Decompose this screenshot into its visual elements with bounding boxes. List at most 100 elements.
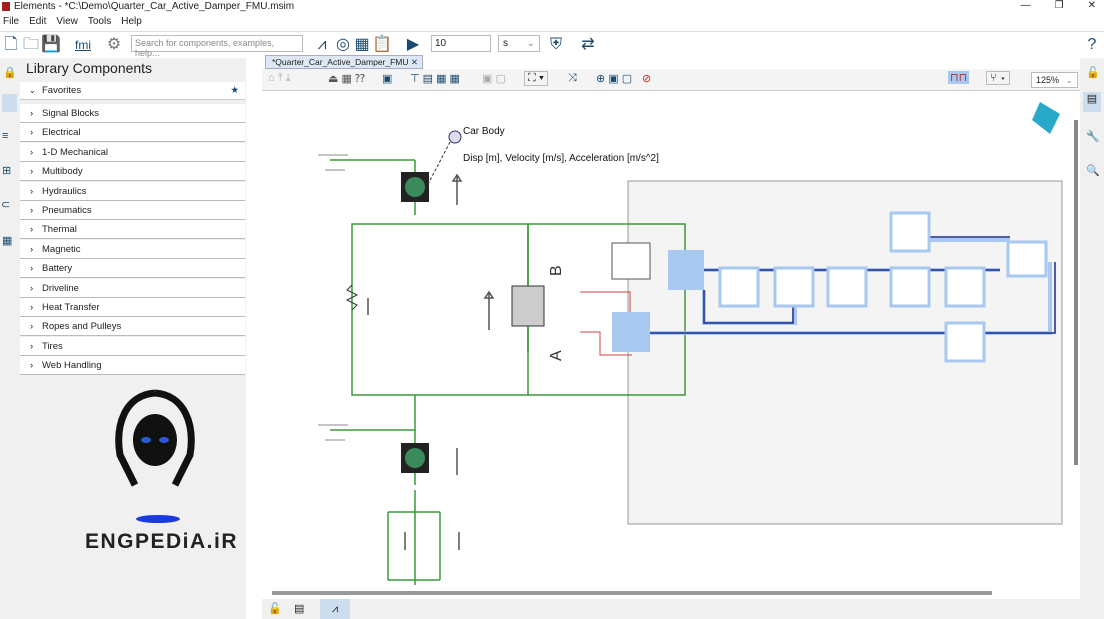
hierarchy-icon[interactable]: ⊞ — [2, 164, 11, 177]
menu-edit[interactable]: Edit — [29, 14, 46, 30]
car-body-label: Car Body — [463, 126, 505, 137]
help-icon[interactable]: ? — [1082, 35, 1102, 55]
sensor-label: Disp [m], Velocity [m/s], Acceleration [… — [463, 153, 659, 164]
port-a-label: A — [548, 350, 565, 361]
connector-dropdown[interactable]: ⑂ ▾ — [986, 71, 1011, 85]
diagram-canvas[interactable]: Car Body Disp [m], Velocity [m/s], Accel… — [262, 92, 1076, 598]
right-icon-strip: 🔓 ▤ 🔧 🔍 — [1080, 58, 1104, 619]
chevron-down-icon: ⌄ — [29, 86, 36, 95]
fmi-button[interactable]: fmi — [72, 35, 94, 55]
chevron-down-icon: ⌄ — [526, 38, 535, 49]
simulation-time-input[interactable]: 10 — [431, 35, 491, 52]
close-icon[interactable]: ✕ — [1088, 0, 1096, 11]
shield-icon[interactable]: ⛨ — [546, 35, 566, 55]
search-input[interactable]: Search for components, examples, help... — [131, 35, 303, 58]
vertical-scrollbar[interactable] — [1074, 120, 1078, 465]
library-item[interactable]: Pneumatics — [20, 201, 245, 220]
view-icon[interactable]: ▣ — [382, 72, 392, 85]
model-diagram: Car Body Disp [m], Velocity [m/s], Accel… — [318, 102, 1063, 585]
fmu-block-region[interactable] — [627, 180, 1063, 525]
menu-bar: File Edit View Tools Help — [0, 14, 142, 30]
unlock-icon[interactable]: 🔓 — [268, 602, 282, 615]
layout-icons[interactable]: ⊤ ▤ ▦ ▦ — [410, 72, 460, 85]
shuffle-icon[interactable]: ⤨ — [568, 72, 577, 85]
search-list-icon[interactable]: ≡ — [2, 130, 8, 142]
report-icon[interactable]: 📋 — [372, 35, 392, 55]
logo-text: ENGPEDiA.iR — [85, 530, 239, 553]
library-icon[interactable] — [2, 94, 17, 112]
lock-icon[interactable]: 🔒 — [3, 66, 17, 79]
plot-icon[interactable]: ⩘ — [320, 599, 350, 619]
routing-dropdown[interactable]: ⛶ ▾ — [524, 71, 549, 86]
run-simulation-icon[interactable]: ▶ — [403, 35, 423, 55]
library-item[interactable]: Magnetic — [20, 239, 245, 259]
library-item[interactable]: Ropes and Pulleys — [20, 317, 245, 337]
maximize-icon[interactable]: ❐ — [1055, 0, 1064, 11]
library-item[interactable]: Heat Transfer — [20, 298, 245, 317]
library-item[interactable]: Electrical — [20, 123, 245, 143]
library-item[interactable]: Driveline — [20, 278, 245, 298]
user-settings-icon[interactable]: ⚙ — [104, 35, 124, 55]
menu-tools[interactable]: Tools — [88, 14, 111, 30]
disable-icon[interactable]: ⊘ — [642, 72, 651, 85]
library-item[interactable]: Battery — [20, 259, 245, 279]
time-unit-select[interactable]: s ⌄ — [498, 35, 540, 52]
clip-icon[interactable]: ⊂ — [1, 198, 10, 211]
damper-cylinder[interactable] — [511, 285, 545, 327]
wrench-icon[interactable]: 🔧 — [1086, 130, 1100, 143]
fmu-input-block[interactable] — [668, 250, 704, 290]
library-item[interactable]: Thermal — [20, 220, 245, 240]
menu-file[interactable]: File — [3, 14, 19, 30]
library-item[interactable]: Signal Blocks — [20, 104, 245, 123]
close-tab-icon[interactable]: ✕ — [411, 57, 418, 67]
swap-icon[interactable]: ⇄ — [577, 35, 599, 55]
engpedia-logo — [115, 389, 195, 523]
sensor-port[interactable] — [448, 130, 462, 144]
library-title: Library Components — [26, 60, 153, 76]
library-item[interactable]: Web Handling — [20, 356, 245, 376]
open-folder-icon[interactable]: 🗀 — [21, 35, 41, 55]
probe-icons[interactable]: ⊕ ▣ ▢ — [596, 72, 632, 85]
plot-icon[interactable]: ⩘ — [312, 35, 332, 55]
library-item[interactable]: 1-D Mechanical — [20, 142, 245, 162]
window-title: Elements - *C:\Demo\Quarter_Car_Active_D… — [14, 1, 295, 12]
grid-icon[interactable]: ▦ — [352, 35, 372, 55]
document-icon[interactable]: ▤ — [1083, 92, 1101, 112]
magnet-icon[interactable]: ⊓⊓ — [948, 71, 970, 84]
grid-icon[interactable]: ▦ — [2, 234, 12, 247]
port-b-label: B — [548, 265, 565, 276]
zoom-value: 125% — [1036, 75, 1060, 85]
bottom-bar: 🔓 ▤ ⩘ — [262, 599, 1104, 619]
unlock-icon[interactable]: 🔓 — [1086, 66, 1100, 79]
tab-quarter-car[interactable]: *Quarter_Car_Active_Damper_FMU ✕ — [265, 55, 423, 69]
save-icon[interactable]: 💾 — [41, 35, 61, 55]
library-item[interactable]: Multibody — [20, 162, 245, 182]
menu-view[interactable]: View — [56, 14, 78, 30]
chevron-down-icon: ⌄ — [1065, 75, 1073, 85]
title-bar: Elements - *C:\Demo\Quarter_Car_Active_D… — [0, 0, 1104, 14]
minimize-icon[interactable]: — — [1021, 0, 1031, 11]
favorites-label: Favorites — [42, 85, 82, 96]
document-icon[interactable]: ▤ — [294, 602, 304, 615]
new-file-icon[interactable]: 🗋 — [2, 35, 20, 55]
group-icons[interactable]: ▣ ▢ — [482, 72, 506, 85]
window-controls: — ❐ ✕ — [1021, 0, 1096, 11]
component-tools-icon[interactable]: ⏏ ▦ ⁇ — [328, 72, 365, 85]
horizontal-scrollbar[interactable] — [272, 591, 992, 595]
brand-logo — [1032, 102, 1060, 134]
canvas-toolbar: ⌂ ⤒ ⤓ ⏏ ▦ ⁇ ▣ ⊤ ▤ ▦ ▦ ▣ ▢ ⛶ ▾ ⤨ ⊕ ▣ ▢ ⊘ … — [262, 69, 1080, 91]
vehicle-icon[interactable]: ◎ — [333, 35, 353, 55]
home-icon[interactable]: ⌂ ⤒ ⤓ — [268, 72, 290, 85]
app-icon — [2, 2, 10, 11]
library-item[interactable]: Hydraulics — [20, 181, 245, 201]
tab-label: *Quarter_Car_Active_Damper_FMU — [272, 57, 409, 67]
time-unit-value: s — [503, 38, 508, 49]
favorites-group[interactable]: ⌄ Favorites ★ — [20, 82, 245, 100]
database-block[interactable] — [611, 242, 651, 280]
zoom-select[interactable]: 125% ⌄ — [1031, 72, 1078, 88]
star-icon[interactable]: ★ — [230, 82, 239, 100]
menu-help[interactable]: Help — [121, 14, 142, 30]
search-icon[interactable]: 🔍 — [1086, 164, 1100, 177]
library-item[interactable]: Tires — [20, 336, 245, 356]
valve-block[interactable] — [612, 312, 650, 352]
